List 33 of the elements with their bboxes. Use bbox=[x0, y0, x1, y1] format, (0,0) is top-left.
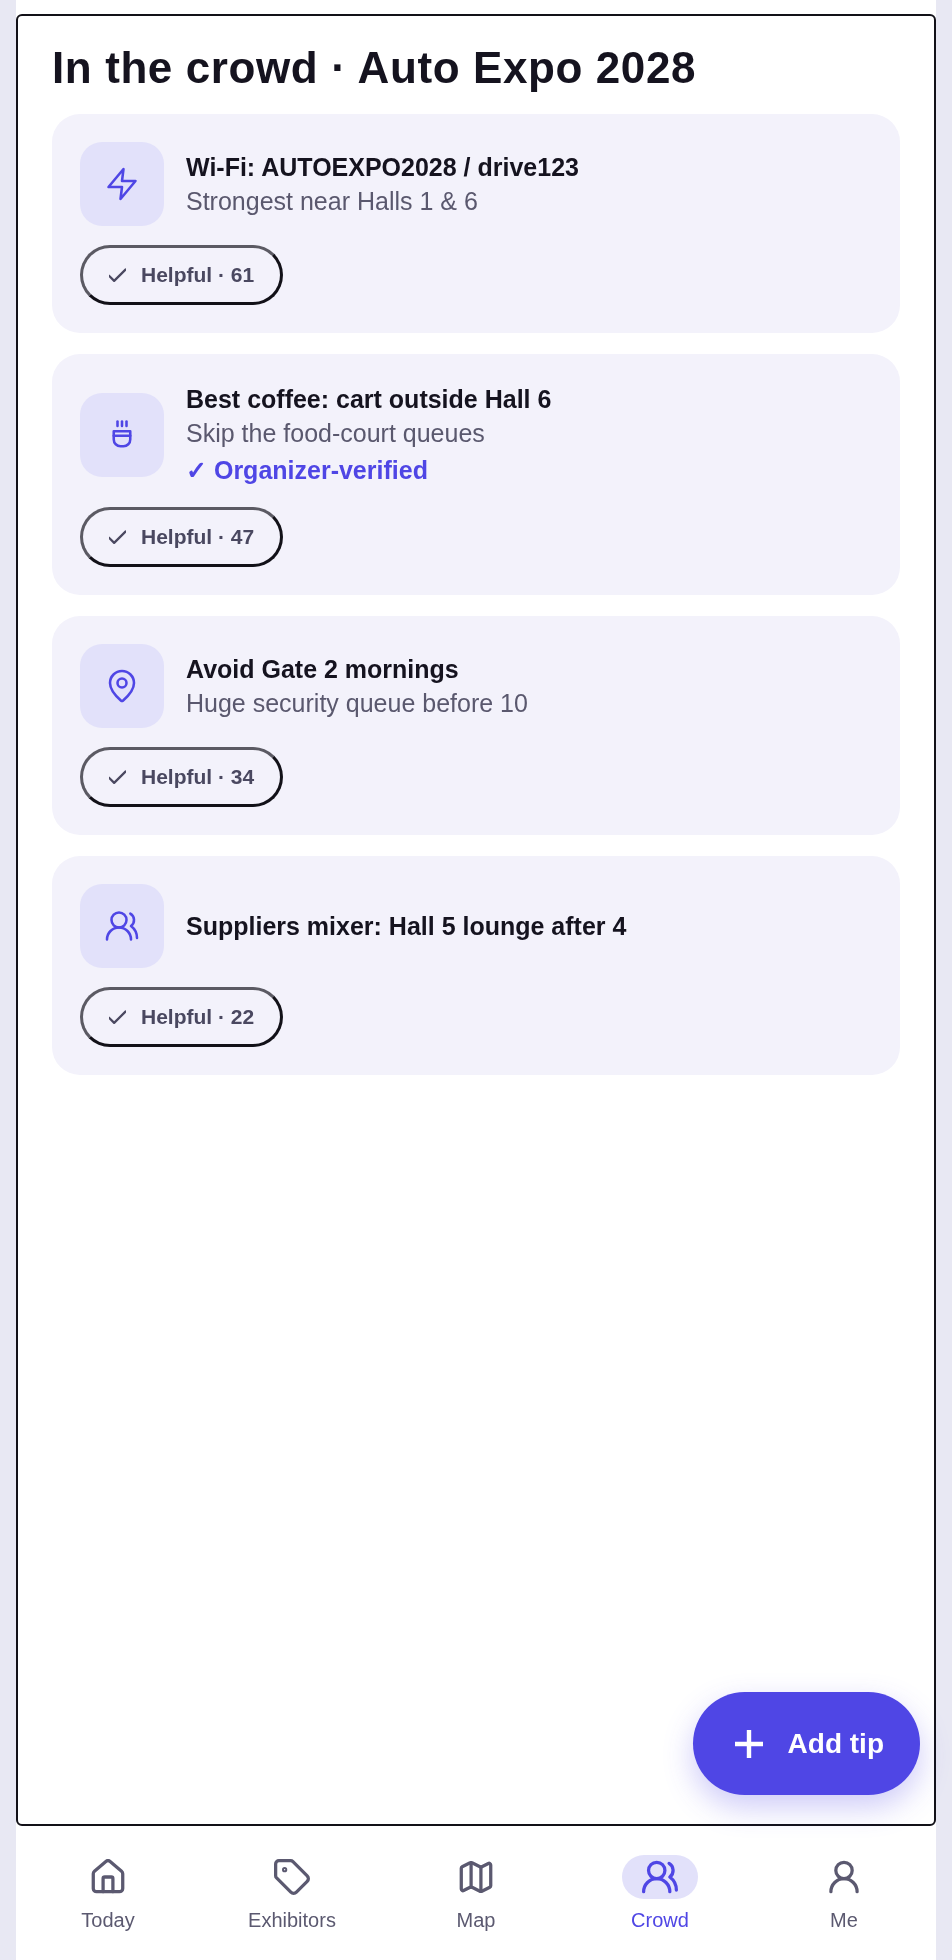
verified-note: ✓ Organizer-verified bbox=[186, 455, 428, 486]
page-title: In the crowd · Auto Expo 2028 bbox=[52, 42, 698, 94]
tip-subtitle: Huge security queue before 10 bbox=[186, 688, 528, 719]
tag-icon bbox=[274, 1859, 310, 1895]
nav-tab[interactable]: Exhibitors bbox=[200, 1826, 384, 1960]
nav-tab[interactable]: Me bbox=[752, 1826, 936, 1960]
check-icon bbox=[109, 1008, 126, 1026]
tip-subtitle: Strongest near Halls 1 & 6 bbox=[186, 186, 478, 217]
helpful-button[interactable]: Helpful · 22 bbox=[80, 987, 284, 1047]
helpful-button[interactable]: Helpful · 34 bbox=[80, 747, 284, 807]
people-icon bbox=[80, 884, 164, 968]
helpful-button[interactable]: Helpful · 61 bbox=[80, 245, 284, 305]
check-icon bbox=[109, 266, 126, 284]
nav-tab[interactable]: Map bbox=[384, 1826, 568, 1960]
tip-title: Suppliers mixer: Hall 5 lounge after 4 bbox=[186, 911, 627, 942]
tip-title: Avoid Gate 2 mornings bbox=[186, 654, 459, 685]
tip-title: Wi-Fi: AUTOEXPO2028 / drive123 bbox=[186, 152, 579, 183]
helpful-button[interactable]: Helpful · 47 bbox=[80, 507, 284, 567]
nav-tab[interactable]: Crowd bbox=[568, 1826, 752, 1960]
map-icon bbox=[458, 1859, 494, 1895]
map-pin-icon bbox=[80, 644, 164, 728]
tip-title: Best coffee: cart outside Hall 6 bbox=[186, 384, 552, 415]
person-icon bbox=[826, 1859, 862, 1895]
check-icon bbox=[109, 528, 126, 546]
plus-icon bbox=[734, 1729, 763, 1758]
house-icon bbox=[90, 1859, 126, 1895]
add-tip-button[interactable]: Add tip bbox=[692, 1692, 920, 1795]
cup-icon bbox=[80, 393, 164, 477]
people-icon bbox=[642, 1859, 678, 1895]
tip-subtitle: Skip the food-court queues bbox=[186, 418, 485, 449]
lightning-icon bbox=[80, 142, 164, 226]
check-icon bbox=[109, 768, 126, 786]
nav-tab[interactable]: Today bbox=[16, 1826, 200, 1960]
